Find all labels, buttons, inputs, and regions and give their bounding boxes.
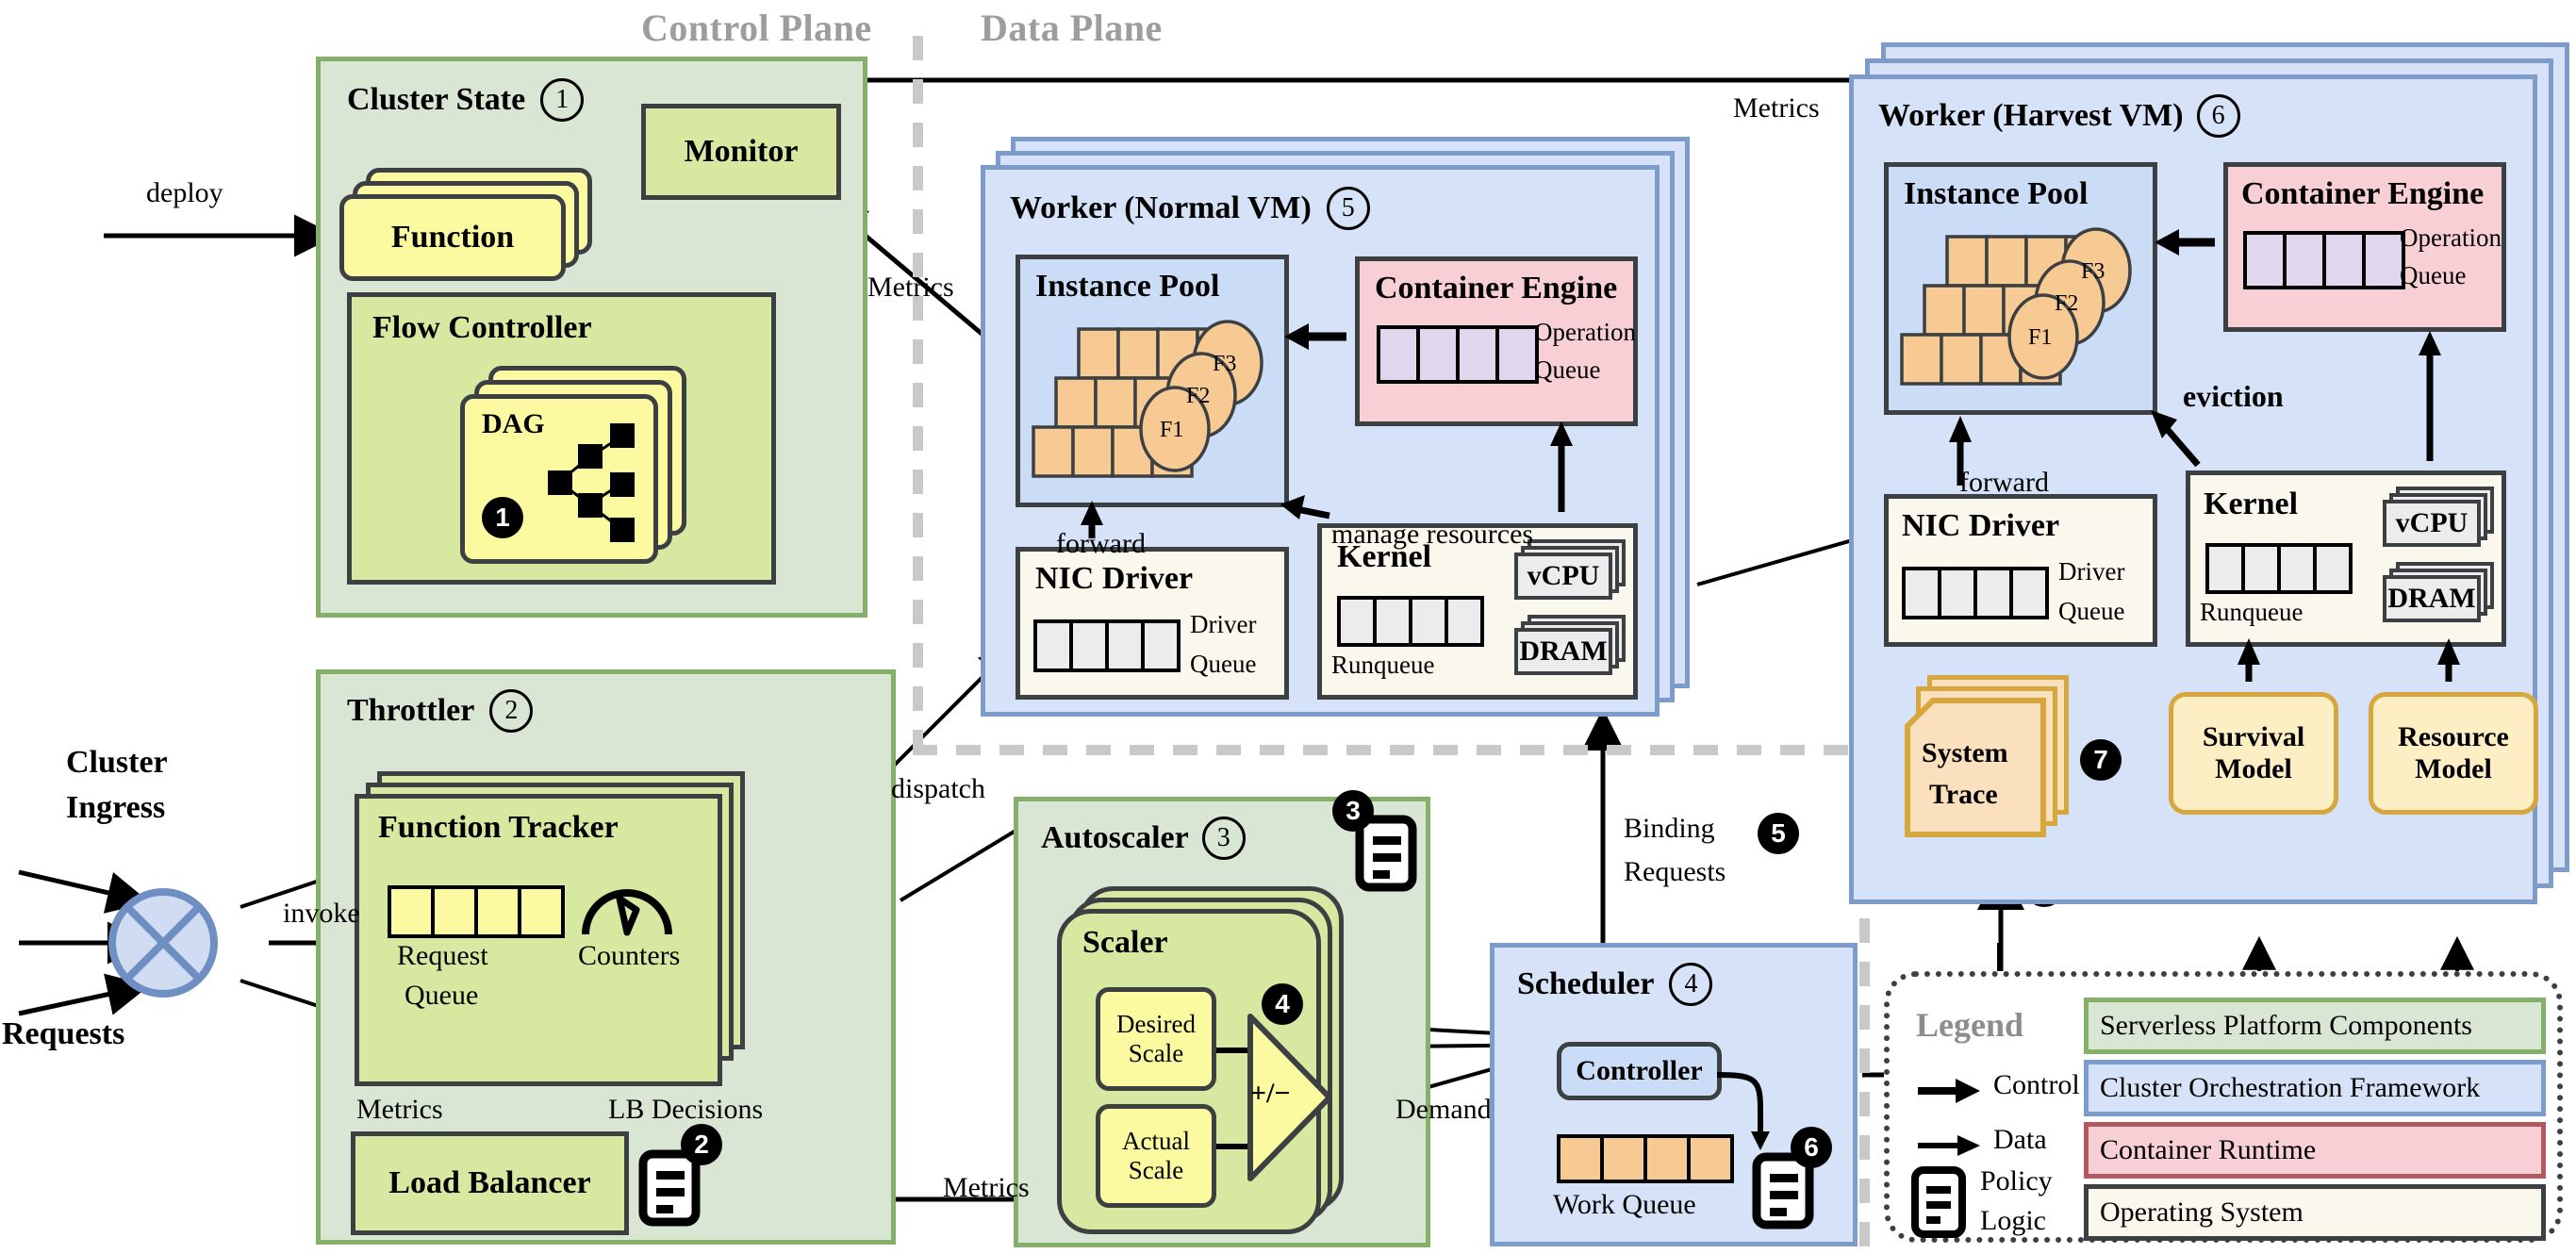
data-plane-label: Data Plane [981, 7, 1163, 49]
function-card[interactable]: Function [339, 194, 566, 281]
legend-panel[interactable]: Legend Control Data Policy Logic Serverl… [1884, 971, 2563, 1243]
binding-requests-label-2: Requests [1624, 856, 1726, 887]
scheduler-badge: 4 [1669, 963, 1713, 1006]
worker-normal-arrows [1081, 323, 1573, 538]
legend-control-label: Control [1993, 1069, 2080, 1100]
ingress-node-icon[interactable] [107, 886, 220, 999]
cluster-ingress-title-2: Ingress [66, 790, 166, 825]
legend-row-1: Cluster Orchestration Framework [2084, 1060, 2546, 1116]
autoscaler-metrics-label: Metrics [943, 1172, 1030, 1203]
plus-minus-label: +/− [1250, 1078, 1291, 1109]
policy-badge-throttler: 2 [681, 1124, 722, 1165]
actual-scale-label-1: Actual [1122, 1127, 1190, 1155]
throttler-title: Throttler [347, 693, 475, 728]
binding-requests-badge: 5 [1758, 813, 1799, 854]
actual-scale-label-2: Scale [1128, 1156, 1184, 1184]
autoscaler-badge: 3 [1201, 817, 1246, 860]
monitor-title: Monitor [684, 134, 799, 169]
dag-graph-icon [548, 423, 635, 542]
invoke-label: invoke [283, 898, 360, 929]
load-balancer-panel[interactable]: Load Balancer [351, 1131, 629, 1235]
control-plane-label: Control Plane [641, 7, 872, 49]
throttler-metrics-label: Metrics [356, 1094, 443, 1125]
policy-badge-scheduler: 6 [1791, 1127, 1832, 1168]
request-queue-label-1: Request [397, 940, 488, 971]
policy-logic-icon-legend [1911, 1166, 1967, 1239]
plane-divider-vertical [913, 36, 923, 752]
worker-harvest-eviction-label: eviction [2183, 379, 2284, 413]
throttler-badge: 2 [489, 689, 534, 733]
legend-row-3: Operating System [2084, 1184, 2546, 1241]
monitor-panel[interactable]: Monitor [641, 104, 841, 200]
demands-label: Demands [1395, 1094, 1503, 1125]
controller-box[interactable]: Controller [1557, 1042, 1722, 1100]
legend-title: Legend [1916, 1006, 2024, 1044]
cluster-state-title: Cluster State [347, 82, 526, 117]
worker-normal-manage-label: manage resources [1331, 519, 1534, 550]
request-queue[interactable] [388, 885, 565, 938]
cluster-state-badge: 1 [540, 78, 585, 122]
legend-policy-label-2: Logic [1980, 1205, 2046, 1236]
load-balancer-title: Load Balancer [388, 1165, 591, 1200]
control-arrow-icon [1918, 1079, 1980, 1103]
work-queue[interactable] [1557, 1134, 1734, 1183]
dag-card[interactable]: DAG 1 [460, 394, 658, 564]
deploy-label: deploy [146, 177, 223, 208]
policy-badge-autoscaler: 3 [1332, 790, 1374, 832]
worker-normal-forward-label: forward [1056, 528, 1146, 559]
legend-row-0-label: Serverless Platform Components [2100, 1010, 2472, 1041]
worker-harvest-arrows [1949, 229, 2460, 682]
worker-harvest-forward-label: forward [1959, 467, 2049, 498]
scheduler-panel[interactable]: Scheduler 4 Controller Work Queue 6 [1490, 943, 1858, 1246]
worker-normal-metrics-label: Metrics [867, 272, 954, 303]
function-tracker-panel[interactable]: Function Tracker Request Queue Counters [355, 794, 722, 1086]
scaler-card[interactable]: Scaler Desired Scale Actual Scale +/− 4 [1057, 909, 1332, 1234]
legend-row-2: Container Runtime [2084, 1122, 2546, 1179]
desired-scale-label-1: Desired [1116, 1010, 1196, 1038]
counters-gauge-icon [582, 889, 672, 936]
scheduler-title: Scheduler [1517, 966, 1655, 1001]
binding-requests-label-1: Binding [1624, 813, 1715, 844]
dispatch-label: dispatch [891, 773, 985, 804]
legend-policy-label-1: Policy [1980, 1165, 2053, 1196]
desired-scale-label-2: Scale [1128, 1039, 1184, 1067]
controller-label: Controller [1576, 1055, 1703, 1086]
request-queue-label-2: Queue [405, 980, 479, 1011]
worker-harvest-metrics-label: Metrics [1733, 92, 1820, 124]
legend-row-1-label: Cluster Orchestration Framework [2100, 1072, 2481, 1103]
desired-scale-box[interactable]: Desired Scale [1096, 987, 1216, 1091]
data-arrow-icon [1918, 1135, 1980, 1156]
legend-data-label: Data [1993, 1124, 2047, 1155]
cluster-ingress-title-1: Cluster [66, 745, 168, 780]
requests-label: Requests [2, 1016, 125, 1051]
scaler-title: Scaler [1082, 925, 1168, 960]
lb-decisions-label: LB Decisions [608, 1094, 764, 1125]
legend-row-3-label: Operating System [2100, 1196, 2304, 1228]
legend-row-2-label: Container Runtime [2100, 1134, 2317, 1165]
scaler-op-badge: 4 [1262, 983, 1303, 1025]
actual-scale-box[interactable]: Actual Scale [1096, 1104, 1216, 1208]
counters-label: Counters [578, 940, 681, 971]
autoscaler-title: Autoscaler [1041, 820, 1189, 855]
work-queue-label: Work Queue [1553, 1189, 1696, 1220]
legend-row-0: Serverless Platform Components [2084, 998, 2546, 1054]
function-tracker-title: Function Tracker [378, 810, 619, 845]
function-card-label: Function [390, 220, 515, 255]
flow-controller-title: Flow Controller [372, 310, 592, 345]
